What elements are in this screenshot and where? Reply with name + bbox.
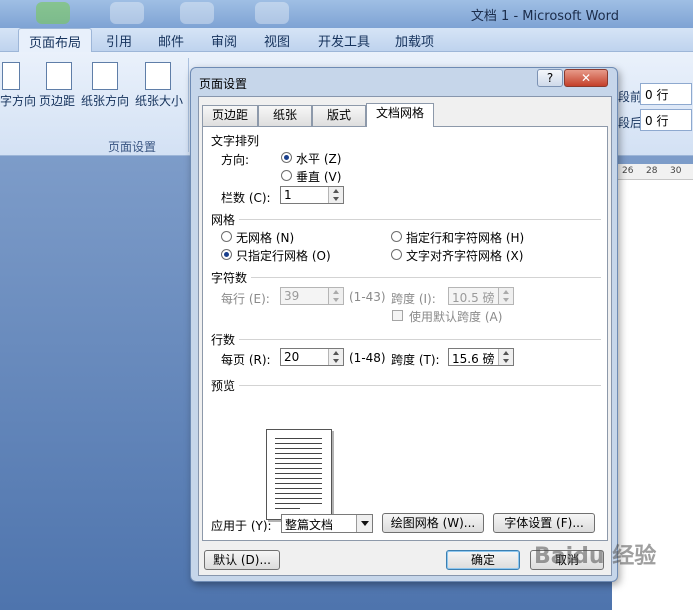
apply-to-label: 应用于 (Y): (211, 519, 272, 533)
default-pitch-label: 使用默认跨度 (A) (409, 310, 503, 324)
section-divider (239, 385, 601, 386)
ruler-mark: 26 (622, 166, 634, 176)
text-direction-section: 文字排列 (211, 134, 260, 148)
drawing-grid-button[interactable]: 绘图网格 (W)... (382, 513, 484, 533)
tab-paper[interactable]: 纸张 (258, 105, 312, 126)
help-button[interactable]: ? (537, 69, 563, 87)
size-icon (145, 62, 171, 90)
tab-document-grid[interactable]: 文档网格 (366, 103, 434, 127)
spacing-after-input[interactable]: 0 行 (640, 109, 692, 131)
columns-spinner[interactable]: 1 (280, 186, 344, 204)
characters-section: 字符数 (211, 271, 248, 285)
vertical-radio[interactable] (281, 170, 292, 181)
ribbon-tab-addins[interactable]: 加载项 (395, 31, 434, 50)
line-pitch-value: 15.6 磅 (452, 352, 495, 366)
office-button-icon[interactable] (36, 2, 70, 24)
lines-range-label: (1-48) (349, 351, 386, 365)
text-direction-button[interactable]: 字方向 (0, 92, 36, 109)
size-button[interactable]: 纸张大小 (135, 92, 183, 109)
preview-section: 预览 (211, 379, 236, 393)
ribbon-tab-mailings[interactable]: 邮件 (158, 31, 184, 50)
apply-to-select[interactable]: 整篇文档 (281, 514, 373, 533)
dialog-title: 页面设置 (199, 77, 248, 91)
lines-only-label[interactable]: 只指定行网格 (O) (236, 247, 331, 264)
ribbon-tab-review[interactable]: 审阅 (211, 31, 237, 50)
chars-range-label: (1-43) (349, 290, 386, 304)
no-grid-label[interactable]: 无网格 (N) (236, 229, 294, 246)
lines-per-page-spinner[interactable]: 20 (280, 348, 344, 366)
horizontal-radio-label[interactable]: 水平 (Z) (296, 150, 341, 167)
horizontal-radio[interactable] (281, 152, 292, 163)
spinner-arrows-icon[interactable] (328, 187, 343, 203)
line-pitch-spinner[interactable]: 15.6 磅 (448, 348, 514, 366)
font-settings-button[interactable]: 字体设置 (F)... (493, 513, 595, 533)
ruler-mark: 30 (670, 166, 682, 176)
page-preview (266, 429, 332, 520)
line-pitch-label: 跨度 (T): (391, 353, 440, 367)
baidu-watermark: Baidu 经验 (534, 544, 657, 569)
lines-per-page-label: 每页 (R): (221, 353, 271, 367)
ribbon-group-separator (188, 58, 189, 152)
horizontal-ruler: 26 28 30 (612, 164, 693, 180)
section-divider (239, 339, 601, 340)
default-button[interactable]: 默认 (D)... (204, 550, 280, 570)
ribbon-group-label: 页面设置 (108, 140, 157, 154)
section-divider (251, 277, 601, 278)
spinner-arrows-icon[interactable] (328, 288, 343, 304)
lines-and-chars-label[interactable]: 指定行和字符网格 (H) (406, 229, 524, 246)
spinner-arrows-icon[interactable] (328, 349, 343, 365)
ribbon-tab-references[interactable]: 引用 (106, 31, 132, 50)
apply-to-value: 整篇文档 (285, 518, 334, 532)
orientation-icon (92, 62, 118, 90)
snap-to-chars-label[interactable]: 文字对齐字符网格 (X) (406, 247, 523, 264)
lines-per-page-value: 20 (284, 350, 300, 364)
lines-and-chars-radio[interactable] (391, 231, 402, 242)
page-setup-dialog: 页面设置 ? ✕ 页边距 纸张 版式 文档网格 文字排列 方向: 水平 (Z) … (190, 67, 618, 582)
margins-button[interactable]: 页边距 (39, 92, 75, 109)
char-pitch-spinner[interactable]: 10.5 磅 (448, 287, 514, 305)
document-grid-panel: 文字排列 方向: 水平 (Z) 垂直 (V) 栏数 (C): 1 网格 无网格 … (202, 126, 608, 541)
tab-margins[interactable]: 页边距 (202, 105, 258, 126)
ok-button[interactable]: 确定 (446, 550, 520, 570)
section-divider (239, 219, 601, 220)
orientation-button[interactable]: 纸张方向 (81, 92, 129, 109)
lines-only-radio[interactable] (221, 249, 232, 260)
spinner-arrows-icon[interactable] (498, 288, 513, 304)
dialog-body: 页边距 纸张 版式 文档网格 文字排列 方向: 水平 (Z) 垂直 (V) 栏数… (198, 96, 612, 576)
spacing-before-input[interactable]: 0 行 (640, 83, 692, 105)
ribbon-tab-developer[interactable]: 开发工具 (318, 31, 370, 50)
tab-layout[interactable]: 版式 (312, 105, 366, 126)
quick-access-save-icon[interactable] (110, 2, 144, 24)
text-direction-icon (2, 62, 20, 90)
ribbon-tab-view[interactable]: 视图 (264, 31, 290, 50)
char-pitch-label: 跨度 (I): (391, 292, 436, 306)
window-title: 文档 1 - Microsoft Word (470, 9, 619, 24)
chars-per-line-label: 每行 (E): (221, 292, 270, 306)
grid-section: 网格 (211, 213, 236, 227)
margins-icon (46, 62, 72, 90)
char-pitch-value: 10.5 磅 (452, 291, 495, 305)
no-grid-radio[interactable] (221, 231, 232, 242)
word-titlebar: 文档 1 - Microsoft Word (0, 0, 693, 28)
chars-per-line-value: 39 (284, 289, 300, 303)
lines-section: 行数 (211, 333, 236, 347)
ribbon-tabs: 页面布局 引用 邮件 审阅 视图 开发工具 加载项 (0, 28, 693, 53)
ruler-mark: 28 (646, 166, 658, 176)
quick-access-undo-icon[interactable] (180, 2, 214, 24)
spinner-arrows-icon[interactable] (498, 349, 513, 365)
snap-to-chars-radio[interactable] (391, 249, 402, 260)
columns-label: 栏数 (C): (221, 191, 271, 205)
vertical-radio-label[interactable]: 垂直 (V) (296, 168, 341, 185)
direction-label: 方向: (221, 153, 250, 167)
columns-value: 1 (284, 188, 292, 202)
default-pitch-checkbox[interactable] (392, 310, 403, 321)
ribbon-tab-page-layout[interactable]: 页面布局 (18, 28, 93, 53)
quick-access-redo-icon[interactable] (255, 2, 289, 24)
chevron-down-icon[interactable] (356, 515, 372, 532)
chars-per-line-spinner[interactable]: 39 (280, 287, 344, 305)
close-button[interactable]: ✕ (564, 69, 608, 87)
